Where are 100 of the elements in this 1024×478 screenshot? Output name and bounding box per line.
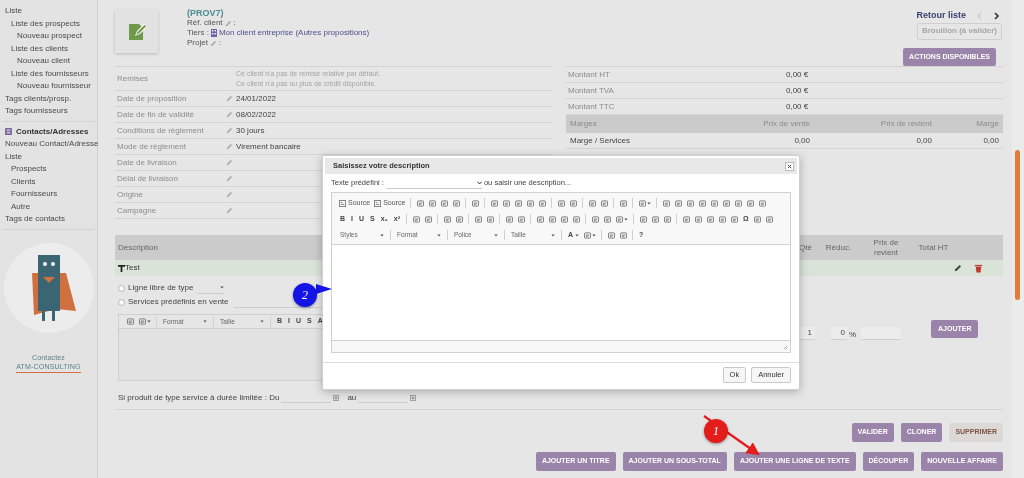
sidebar-item[interactable]: Nouveau fournisseur [0, 80, 97, 93]
pencil-icon[interactable] [226, 207, 233, 214]
pencil-icon[interactable] [226, 159, 233, 166]
toolbar-icon[interactable] [694, 215, 702, 223]
toolbar-icon[interactable] [560, 215, 568, 223]
sidebar-item[interactable]: Liste des fournisseurs [0, 67, 97, 80]
toolbar-icon[interactable] [639, 215, 647, 223]
toolbar-icon[interactable] [440, 199, 448, 207]
toolbar-icon[interactable] [758, 199, 766, 207]
toolbar-icon[interactable] [591, 215, 599, 223]
back-to-list-link[interactable]: Retour liste [916, 9, 966, 23]
pencil-icon[interactable] [226, 127, 233, 134]
toolbar-icon[interactable] [548, 215, 556, 223]
next-icon[interactable] [993, 12, 1000, 20]
sidebar-item[interactable]: Tags clients/prosp. [0, 92, 97, 105]
toolbar-icon[interactable] [619, 199, 627, 207]
sidebar-item[interactable]: Prospects [0, 163, 97, 176]
toolbar-icon[interactable] [452, 199, 460, 207]
toolbar-icon[interactable] [706, 215, 714, 223]
toolbar-icon[interactable] [514, 199, 522, 207]
toolbar-icon[interactable] [572, 215, 580, 223]
toolbar-icon[interactable] [557, 199, 565, 207]
caret-icon[interactable] [575, 233, 580, 237]
toolbar-icon[interactable] [600, 199, 608, 207]
sidebar-item[interactable]: Liste des prospects [0, 17, 97, 30]
toolbar-icon[interactable] [486, 215, 494, 223]
toolbar-icon[interactable] [588, 199, 596, 207]
caret-icon[interactable] [647, 201, 652, 205]
toolbar-icon[interactable] [615, 215, 623, 223]
toolbar-icon[interactable] [651, 215, 659, 223]
pencil-icon[interactable] [226, 143, 233, 150]
edit-icon[interactable] [954, 264, 962, 272]
cost-price-input[interactable] [861, 327, 901, 340]
toolbar-icon[interactable] [663, 215, 671, 223]
toolbar-icon[interactable] [746, 199, 754, 207]
toolbar-icon[interactable] [471, 199, 479, 207]
sidebar-item[interactable]: Tags de contacts [0, 213, 97, 226]
toolbar-icon[interactable] [126, 318, 134, 325]
caret-icon[interactable] [147, 320, 151, 323]
toolbar-icon[interactable] [619, 231, 627, 239]
sidebar-item[interactable]: Liste [0, 5, 97, 18]
toolbar-icon[interactable] [138, 318, 146, 325]
toolbar-icon[interactable] [526, 199, 534, 207]
toolbar-icon[interactable] [428, 199, 436, 207]
toolbar-icon[interactable] [502, 199, 510, 207]
toolbar-icon[interactable] [686, 199, 694, 207]
toolbar-icon[interactable] [766, 215, 774, 223]
toolbar-icon[interactable] [698, 199, 706, 207]
sidebar-item[interactable]: Nouveau prospect [0, 30, 97, 43]
sidebar-item[interactable]: Tags fournisseurs [0, 105, 97, 118]
discount-input[interactable]: 0 [831, 327, 847, 340]
sidebar-item[interactable]: Liste [0, 150, 97, 163]
sidebar-item[interactable]: Autre [0, 200, 97, 213]
sidebar-item[interactable]: Liste des clients [0, 42, 97, 55]
sidebar-item[interactable]: Clients [0, 175, 97, 188]
toolbar-icon[interactable] [455, 215, 463, 223]
toolbar-icon[interactable] [517, 215, 525, 223]
toolbar-icon[interactable] [674, 199, 682, 207]
resize-handle-icon[interactable] [783, 345, 788, 350]
toolbar-icon[interactable] [424, 215, 432, 223]
toolbar-icon[interactable] [443, 215, 451, 223]
sidebar-item[interactable]: Fournisseurs [0, 188, 97, 201]
sidebar-item[interactable]: Nouveau Contact/Adresse [0, 138, 97, 151]
pencil-icon[interactable] [226, 111, 233, 118]
calendar-icon[interactable] [333, 394, 340, 401]
toolbar-icon[interactable] [662, 199, 670, 207]
toolbar-icon[interactable] [536, 215, 544, 223]
caret-icon[interactable] [592, 233, 597, 237]
pencil-icon[interactable] [226, 175, 233, 182]
close-button[interactable] [785, 161, 794, 171]
toolbar-icon[interactable] [505, 215, 513, 223]
toolbar-icon[interactable] [474, 215, 482, 223]
toolbar-icon[interactable] [607, 231, 615, 239]
delete-icon[interactable] [974, 263, 983, 273]
pencil-icon[interactable] [226, 95, 233, 102]
toolbar-icon[interactable] [490, 199, 498, 207]
calendar-icon[interactable] [410, 394, 417, 401]
toolbar-icon[interactable] [569, 199, 577, 207]
toolbar-icon[interactable] [718, 215, 726, 223]
toolbar-icon[interactable] [538, 199, 546, 207]
radio-button[interactable] [118, 298, 125, 306]
toolbar-icon[interactable] [416, 199, 424, 207]
toolbar-icon[interactable] [730, 215, 738, 223]
toolbar-icon[interactable] [638, 199, 646, 207]
toolbar-icon[interactable] [583, 231, 591, 239]
toolbar-icon[interactable] [710, 199, 718, 207]
pencil-icon[interactable] [209, 39, 217, 47]
pencil-icon[interactable] [226, 191, 233, 198]
caret-icon[interactable] [624, 217, 628, 221]
sidebar-item[interactable]: Nouveau client [0, 55, 97, 68]
toolbar-icon[interactable] [412, 215, 420, 223]
toolbar-icon[interactable] [754, 215, 762, 223]
toolbar-icon[interactable] [734, 199, 742, 207]
toolbar-icon[interactable] [722, 199, 730, 207]
customer-link[interactable]: Mon client entreprise (Autres propositions) [218, 28, 370, 38]
pencil-icon[interactable] [224, 19, 232, 27]
toolbar-icon[interactable] [603, 215, 611, 223]
radio-button[interactable] [118, 284, 125, 292]
scrollbar-thumb[interactable] [1015, 150, 1020, 300]
scrollbar[interactable] [1012, 0, 1024, 478]
